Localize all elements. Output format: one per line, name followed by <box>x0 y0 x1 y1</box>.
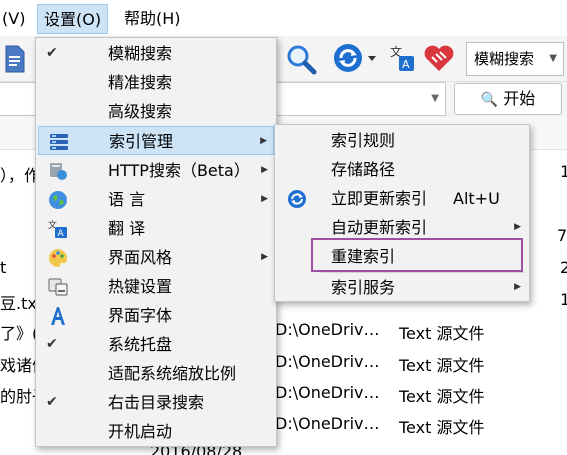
checkmark-icon: ✔ <box>46 336 58 352</box>
document-icon[interactable] <box>4 45 26 73</box>
menu-help[interactable]: 帮助(H) <box>118 4 187 34</box>
result-path: D:\OneDriv… <box>275 414 380 433</box>
menu-item-context-search[interactable]: ✔ 右击目录搜索 <box>38 388 274 417</box>
settings-menu: ✔ 模糊搜索 精准搜索 高级搜索 索引管理 ▶ HTTP搜索（Beta） ▶ 语… <box>35 37 277 447</box>
palette-icon <box>48 248 68 268</box>
menu-item-language[interactable]: 语 言 ▶ <box>38 185 274 214</box>
search-icon: 🔍 <box>480 92 499 108</box>
menu-item-advanced-search[interactable]: 高级搜索 <box>38 97 274 126</box>
chevron-right-icon: ▶ <box>261 252 268 262</box>
menu-item-system-tray[interactable]: ✔ 系统托盘 <box>38 330 274 359</box>
menu-item-update-index-now[interactable]: 立即更新索引 Alt+U <box>277 184 527 213</box>
font-icon <box>48 306 68 326</box>
globe-icon <box>48 190 68 210</box>
result-type: Text 源文件 <box>399 324 485 343</box>
hotkey-icon <box>48 277 68 297</box>
result-name[interactable]: 了》( <box>0 320 38 344</box>
chevron-right-icon: ▶ <box>514 282 521 292</box>
result-path: D:\OneDriv… <box>275 320 380 339</box>
menu-item-storage-path[interactable]: 存储路径 <box>277 155 527 184</box>
highlight-box <box>311 238 523 272</box>
chevron-right-icon: ▶ <box>261 165 268 175</box>
search-icon[interactable] <box>285 43 317 75</box>
chevron-down-icon: ▼ <box>549 53 557 64</box>
result-type: Text 源文件 <box>399 418 485 437</box>
result-type: Text 源文件 <box>399 387 485 406</box>
result-path: D:\OneDriv… <box>275 383 380 402</box>
menu-item-hotkey[interactable]: 热键设置 <box>38 272 274 301</box>
start-button[interactable]: 🔍 开始 <box>454 83 562 115</box>
search-mode-value: 模糊搜索 <box>474 50 535 68</box>
menu-item-index-service[interactable]: 索引服务 ▶ <box>277 273 527 302</box>
menu-item-fuzzy-search[interactable]: ✔ 模糊搜索 <box>38 39 274 68</box>
svg-text:A: A <box>58 229 65 239</box>
result-extra: 7 <box>557 226 567 245</box>
search-mode-select[interactable]: 模糊搜索 ▼ <box>466 42 564 76</box>
menu-item-http-search[interactable]: HTTP搜索（Beta） ▶ <box>38 156 274 185</box>
donate-heart-icon[interactable] <box>423 43 455 73</box>
chevron-down-icon[interactable]: ▼ <box>431 93 439 104</box>
menu-view[interactable]: (V) <box>0 4 31 34</box>
start-button-label: 开始 <box>503 89 536 108</box>
index-management-submenu: 索引规则 存储路径 立即更新索引 Alt+U 自动更新索引 ▶ 重建索引 索引服… <box>274 124 530 302</box>
menu-item-ui-font[interactable]: 界面字体 <box>38 301 274 330</box>
result-extra: 1 <box>560 290 567 309</box>
menu-item-dpi-scaling[interactable]: 适配系统缩放比例 <box>38 359 274 388</box>
menu-settings[interactable]: 设置(O) <box>37 4 109 34</box>
index-icon <box>49 132 69 152</box>
chevron-right-icon: ▶ <box>261 194 268 204</box>
http-server-icon <box>48 161 68 181</box>
refresh-icon <box>287 189 307 209</box>
translate-icon: 文 A <box>48 219 68 239</box>
menu-item-startup[interactable]: 开机启动 <box>38 417 274 446</box>
result-name[interactable]: ），作 <box>0 162 40 186</box>
shortcut-label: Alt+U <box>453 189 500 208</box>
result-name[interactable]: t <box>0 258 6 277</box>
checkmark-icon: ✔ <box>46 394 58 410</box>
refresh-icon[interactable] <box>333 42 379 74</box>
result-type: Text 源文件 <box>399 356 485 375</box>
menu-bar: (V) 设置(O) 帮助(H) <box>0 0 567 36</box>
result-extra: 2 <box>560 258 567 277</box>
result-path: D:\OneDriv… <box>275 352 380 371</box>
menu-item-index-management[interactable]: 索引管理 ▶ <box>38 126 274 155</box>
translate-icon[interactable]: 文 A <box>390 44 416 72</box>
checkmark-icon: ✔ <box>46 45 58 61</box>
menu-item-exact-search[interactable]: 精准搜索 <box>38 68 274 97</box>
menu-item-ui-style[interactable]: 界面风格 ▶ <box>38 243 274 272</box>
result-extra: 1 <box>560 162 567 181</box>
menu-item-translate[interactable]: 文 A 翻 译 <box>38 214 274 243</box>
menu-item-index-rules[interactable]: 索引规则 <box>277 126 527 155</box>
svg-text:A: A <box>402 58 410 71</box>
chevron-right-icon: ▶ <box>260 136 267 146</box>
